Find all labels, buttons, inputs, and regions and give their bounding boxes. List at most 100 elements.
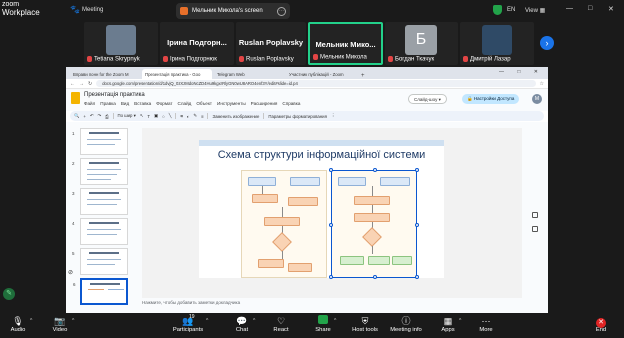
bookmark-star-icon[interactable]: ☆ [540,81,544,87]
maximize-icon[interactable]: □ [588,5,592,12]
back-icon[interactable]: ← [70,81,75,87]
mask-icon[interactable]: ◐ [187,114,190,119]
resize-handle[interactable] [415,223,419,227]
keep-icon[interactable] [532,212,538,218]
print-icon[interactable]: ⎙ [105,114,108,119]
minimize-icon[interactable]: — [566,5,573,12]
participant-tile[interactable]: Б Богдан Ткачук [385,22,458,65]
flowchart-image-right-selected[interactable] [329,168,419,279]
slide-title[interactable]: Схема структури інформаційної системи [199,149,444,161]
menu-insert[interactable]: Вставка [134,101,151,106]
flowchart-image-left[interactable] [241,170,327,278]
browser-tab-active[interactable]: Презентація практика - Goo [142,69,212,79]
apps-button[interactable]: ▦ Apps [440,315,456,333]
select-tool-icon[interactable]: ↖ [140,113,144,119]
menu-extensions[interactable]: Расширения [251,101,278,106]
search-menus-icon[interactable]: 🔍 [74,113,79,119]
add-icon[interactable]: + [83,114,86,119]
menu-tools[interactable]: Инструменты [217,101,246,106]
language-button[interactable]: EN [507,7,515,13]
shape-icon[interactable]: ○ [162,114,165,119]
menu-slide[interactable]: Слайд [178,101,192,106]
undo-icon[interactable]: ↶ [90,113,94,119]
slide[interactable]: Схема структури інформаційної системи [199,140,444,279]
menu-view[interactable]: Вид [121,101,129,106]
annotate-pen-icon[interactable]: ✎ [3,288,15,300]
border-color-icon[interactable]: ✎ [193,113,197,119]
more-button[interactable]: ⋯ More [477,315,495,333]
chat-button[interactable]: 💬 Chat [234,315,250,333]
share-screen-button[interactable]: Share [313,315,333,333]
participants-button[interactable]: 👥 19 Participants [172,314,204,333]
video-options-chevron-icon[interactable]: ^ [72,318,74,324]
security-shield-icon[interactable] [493,5,502,15]
participant-tile[interactable]: Ruslan Poplavsky Ruslan Poplavsky [236,22,306,65]
next-page-icon[interactable]: › [540,36,554,50]
new-tab-icon[interactable]: + [358,73,368,79]
participant-tile-active-speaker[interactable]: Мельник Мико... Мельник Микола [308,22,383,65]
participant-tile[interactable]: Tetiana Skrypnyk [84,22,158,65]
end-meeting-button[interactable]: ✕ End [593,315,609,333]
menu-help[interactable]: Справка [282,101,300,106]
url-input[interactable]: docs.google.com/presentation/d/1dvjQ_0zX… [96,80,536,87]
image-icon[interactable]: ▣ [154,113,158,119]
participants-options-chevron-icon[interactable]: ^ [206,318,208,324]
menu-object[interactable]: Объект [196,101,212,106]
user-avatar[interactable]: M [532,94,542,104]
replace-image-button[interactable]: Заменить изображение [212,114,259,119]
slide-thumbnail-selected[interactable]: 6 [73,278,128,305]
slideshow-button[interactable]: Слайд-шоу ▾ [408,94,447,104]
zoom-fit-select[interactable]: По шир ▾ [118,113,136,119]
redo-icon[interactable]: ↷ [97,113,101,119]
meeting-indicator[interactable]: 🐾 Meeting [70,6,103,14]
format-options-button[interactable]: Параметры форматирования [268,114,327,119]
audio-options-chevron-icon[interactable]: ^ [30,318,32,324]
menu-file[interactable]: Файл [84,101,95,106]
slide-thumbnail[interactable]: 1 [72,128,128,155]
video-button[interactable]: 📷 Video [50,315,70,333]
resize-handle[interactable] [373,275,377,279]
chat-options-chevron-icon[interactable]: ^ [253,318,255,324]
menu-edit[interactable]: Правка [100,101,116,106]
resize-handle[interactable] [329,223,333,227]
meeting-info-button[interactable]: ⓘ Meeting info [389,315,423,333]
screen-share-pill[interactable]: Мельник Миколa's screen ⋯ [176,3,290,19]
annotation-pin-icon[interactable]: ⊘ [68,269,73,276]
browser-tab[interactable]: Участник публікацій - Zoom [286,69,356,79]
menu-format[interactable]: Формат [156,101,172,106]
browser-tab[interactable]: Telegram Web [214,69,284,79]
resize-handle[interactable] [415,275,419,279]
slide-thumbnail[interactable]: 5 [72,248,128,275]
resize-handle[interactable] [415,168,419,172]
slide-thumbnail[interactable]: 4 [72,218,128,245]
tasks-icon[interactable] [532,226,538,232]
share-access-button[interactable]: 🔒 Настройки Доступа [462,94,520,104]
reload-icon[interactable]: ↻ [88,81,92,87]
forward-icon[interactable]: → [79,81,84,87]
browser-window-controls[interactable]: — □ ✕ [499,69,544,75]
slides-logo-icon[interactable] [71,92,80,104]
apps-options-chevron-icon[interactable]: ^ [459,318,461,324]
more-tools-icon[interactable]: ⋮ [331,113,335,119]
resize-handle[interactable] [373,168,377,172]
slide-thumbnail[interactable]: 2 [72,158,128,185]
border-weight-icon[interactable]: ≡ [201,114,204,119]
resize-handle[interactable] [329,168,333,172]
host-tools-button[interactable]: ⛨ Host tools [351,315,379,333]
slide-thumbnail[interactable]: 3 [72,188,128,215]
text-box-icon[interactable]: T [147,114,150,119]
more-options-icon[interactable]: ⋯ [277,6,286,16]
participant-tile[interactable]: Ірина Подгорн... Ірина Подгорнюк [160,22,234,65]
line-icon[interactable]: ╲ [169,113,172,119]
view-button[interactable]: View ▦ [525,7,545,14]
browser-tab[interactable]: Вправи понн for the Zoom M [70,69,140,79]
close-icon[interactable]: ✕ [608,5,614,13]
participant-tile[interactable]: Дмитрій Лазар [460,22,534,65]
audio-button[interactable]: 🎙 Audio [8,315,28,333]
react-button[interactable]: ♡ React [272,315,290,333]
document-title[interactable]: Презентація практика [84,92,145,98]
share-options-chevron-icon[interactable]: ^ [334,318,336,324]
speaker-notes[interactable]: Нажмите, чтобы добавить заметки докладчи… [142,300,240,305]
resize-handle[interactable] [329,275,333,279]
crop-icon[interactable]: ⌗ [180,114,182,119]
